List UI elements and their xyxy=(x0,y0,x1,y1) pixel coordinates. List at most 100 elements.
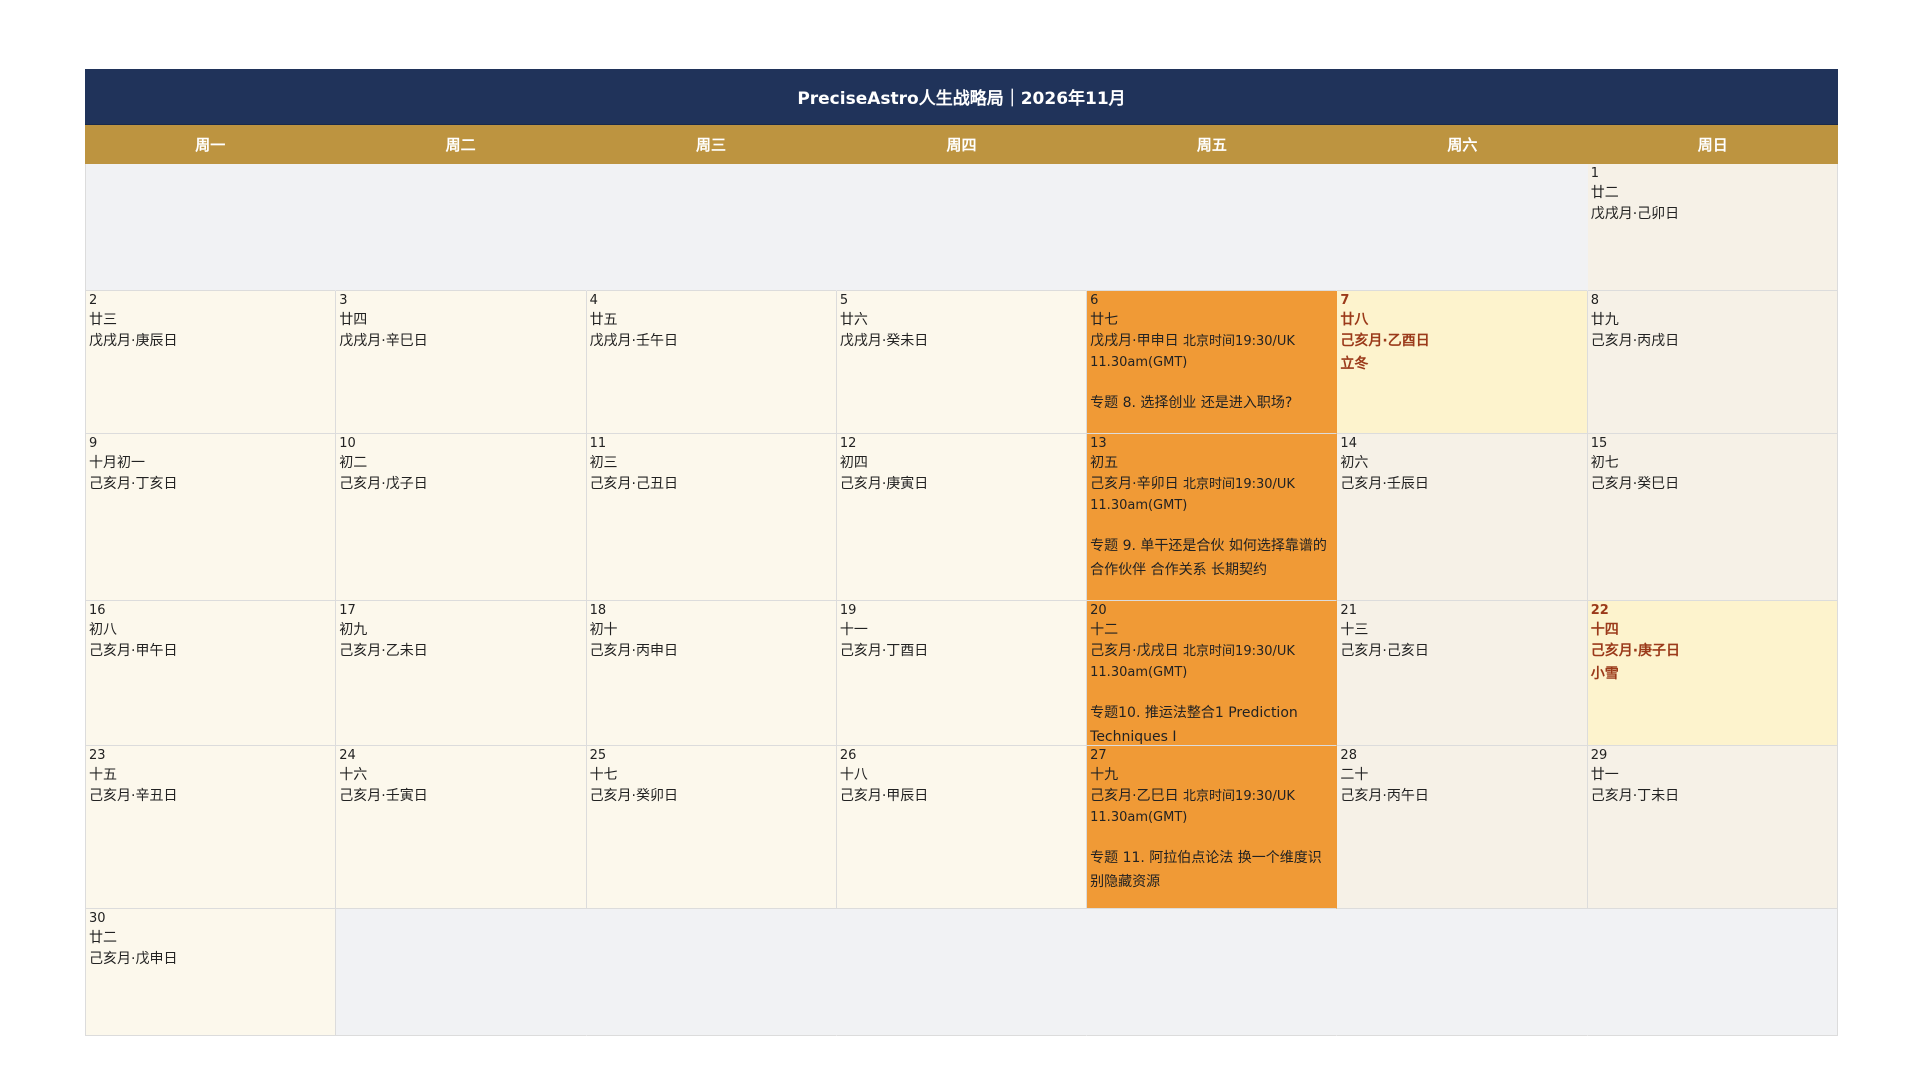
day-cell[interactable]: 12 初四 己亥月·庚寅日 xyxy=(836,434,1088,601)
ganzhi-text: 戊戌月·庚辰日 xyxy=(89,333,178,349)
ganzhi-text: 己亥月·丁未日 xyxy=(1590,788,1680,804)
weekday-fri: 周五 xyxy=(1196,136,1227,154)
ganzhi-text: 己亥月·甲午日 xyxy=(89,643,178,659)
day-number: 26 xyxy=(839,748,857,763)
day-cell[interactable]: 15 初七己亥月·癸巳日 xyxy=(1587,434,1838,601)
lunar-date: 廿四 xyxy=(339,312,368,328)
day-cell[interactable]: 18 初十 己亥月·丙申日 xyxy=(586,601,837,746)
ganzhi-line: 己亥月·甲午日 xyxy=(89,641,333,662)
day-cell[interactable]: 21 十三己亥月·己亥日 xyxy=(1337,601,1588,746)
empty-day-cell xyxy=(336,164,587,291)
empty-day-cell xyxy=(1337,909,1588,1036)
day-cell[interactable]: 23 十五 己亥月·辛丑日 xyxy=(86,746,337,909)
ganzhi-text: 己亥月·壬辰日 xyxy=(1340,476,1429,492)
day-cell[interactable]: 24 十六 己亥月·壬寅日 xyxy=(336,746,587,909)
lunar-date: 初九 xyxy=(339,622,368,638)
day-number: 24 xyxy=(339,748,356,763)
day-cell[interactable]: 7 廿八 己亥月·乙酉日 立冬 xyxy=(1337,291,1588,434)
ganzhi-text: 己亥月·己亥日 xyxy=(1340,643,1429,659)
ganzhi-text: 己亥月·乙巳日 xyxy=(1090,788,1179,804)
lunar-date: 初五 xyxy=(1090,455,1119,471)
calendar: PreciseAstro人生战略局｜2026年11月 周一 周二 周三 周四 周… xyxy=(85,69,1838,1036)
lunar-date: 廿六 xyxy=(839,312,868,328)
empty-day-cell xyxy=(86,164,337,291)
ganzhi-line: 己亥月·丁未日 xyxy=(1591,786,1835,807)
day-cell[interactable]: 10 初二 己亥月·戊子日 xyxy=(336,434,587,601)
ganzhi-text: 己亥月·辛卯日 xyxy=(1090,476,1179,492)
event-topic: 专题 8. 选择创业 还是进入职场? xyxy=(1090,395,1293,411)
day-number: 4 xyxy=(589,293,598,308)
lunar-date: 十二 xyxy=(1090,622,1119,638)
day-cell[interactable]: 25 十七 己亥月·癸卯日 xyxy=(586,746,837,909)
day-number: 29 xyxy=(1590,748,1608,763)
ganzhi-line: 己亥月·壬寅日 xyxy=(339,786,583,807)
ganzhi-line: 己亥月·辛卯日 北京时间19:30/UK 11.30am(GMT) xyxy=(1090,474,1334,516)
ganzhi-line: 己亥月·辛丑日 xyxy=(89,786,333,807)
empty-day-cell xyxy=(336,909,587,1036)
day-cell[interactable]: 5 廿六 戊戌月·癸未日 xyxy=(836,291,1088,434)
ganzhi-text: 戊戌月·壬午日 xyxy=(589,333,679,349)
lunar-date: 十一 xyxy=(839,622,868,638)
lunar-date: 十七 xyxy=(589,767,618,783)
lunar-date: 廿九 xyxy=(1590,312,1619,328)
day-cell[interactable]: 29 廿一 己亥月·丁未日 xyxy=(1587,746,1838,909)
day-cell[interactable]: 1 廿二 戊戌月·己卯日 xyxy=(1587,164,1838,291)
day-number: 18 xyxy=(589,603,607,618)
day-cell[interactable]: 22 十四 己亥月·庚子日 小雪 xyxy=(1587,601,1838,746)
event-day-cell[interactable]: 20 十二 己亥月·戊戌日 北京时间19:30/UK 11.30am(GMT) 专题1… xyxy=(1087,601,1338,746)
empty-day-cell xyxy=(1337,164,1588,291)
day-number: 27 xyxy=(1090,748,1107,763)
ganzhi-text: 戊戌月·己卯日 xyxy=(1590,206,1680,222)
empty-day-cell xyxy=(1087,164,1338,291)
day-cell[interactable]: 2 廿三 戊戌月·庚辰日 xyxy=(86,291,337,434)
ganzhi-line: 己亥月·戊申日 xyxy=(89,949,333,970)
day-number: 16 xyxy=(89,603,106,618)
ganzhi-line: 己亥月·癸巳日 xyxy=(1591,474,1835,495)
ganzhi-line: 己亥月·丁酉日 xyxy=(840,641,1084,662)
day-number: 21 xyxy=(1340,603,1357,618)
ganzhi-text: 己亥月·庚子日 xyxy=(1590,643,1681,659)
lunar-date: 二十 xyxy=(1340,767,1369,783)
day-cell[interactable]: 4 廿五 戊戌月·壬午日 xyxy=(586,291,837,434)
weekday-tue: 周二 xyxy=(445,136,476,154)
lunar-date: 十三 xyxy=(1340,622,1369,638)
ganzhi-line: 己亥月·壬辰日 xyxy=(1340,474,1584,495)
ganzhi-text: 己亥月·乙酉日 xyxy=(1340,333,1430,349)
day-cell[interactable]: 28 二十 己亥月·丙午日 xyxy=(1337,746,1588,909)
lunar-date: 初六 xyxy=(1340,455,1369,471)
day-cell[interactable]: 26 十八 己亥月·甲辰日 xyxy=(836,746,1088,909)
lunar-date: 廿二 xyxy=(1590,185,1619,201)
day-cell[interactable]: 14 初六 己亥月·壬辰日 xyxy=(1337,434,1588,601)
day-cell[interactable]: 3 廿四 戊戌月·辛巳日 xyxy=(336,291,587,434)
lunar-date: 初七 xyxy=(1590,455,1619,471)
weekday-thu: 周四 xyxy=(946,136,977,154)
weekday-wed: 周三 xyxy=(696,136,727,154)
day-cell[interactable]: 9 十月初一 己亥月·丁亥日 xyxy=(86,434,337,601)
ganzhi-text: 己亥月·丁酉日 xyxy=(839,643,929,659)
ganzhi-text: 己亥月·甲辰日 xyxy=(839,788,929,804)
ganzhi-line: 己亥月·丙申日 xyxy=(590,641,834,662)
event-day-cell[interactable]: 6 廿七 戊戌月·甲申日 北京时间19:30/UK 11.30am(GMT) 专题 8… xyxy=(1087,291,1338,434)
ganzhi-text: 戊戌月·癸未日 xyxy=(839,333,929,349)
ganzhi-text: 己亥月·癸巳日 xyxy=(1590,476,1680,492)
day-number: 15 xyxy=(1590,436,1608,451)
day-cell[interactable]: 8 廿九 己亥月·丙戌日 xyxy=(1587,291,1838,434)
event-day-cell[interactable]: 27 十九 己亥月·乙巳日 北京时间19:30/UK 11.30am(GMT) 专题 … xyxy=(1087,746,1338,909)
day-cell[interactable]: 19 十一 己亥月·丁酉日 xyxy=(836,601,1088,746)
day-number: 9 xyxy=(89,436,98,451)
empty-day-cell xyxy=(836,909,1088,1036)
event-day-cell[interactable]: 13 初五 己亥月·辛卯日 北京时间19:30/UK 11.30am(GMT) 专题 … xyxy=(1087,434,1338,601)
day-cell[interactable]: 17 初九 己亥月·乙未日 xyxy=(336,601,587,746)
day-number: 13 xyxy=(1090,436,1107,451)
ganzhi-text: 己亥月·辛丑日 xyxy=(89,788,178,804)
day-cell[interactable]: 16 初八己亥月·甲午日 xyxy=(86,601,337,746)
lunar-date: 初八 xyxy=(89,622,117,638)
lunar-date: 廿七 xyxy=(1090,312,1119,328)
ganzhi-text: 己亥月·丙申日 xyxy=(589,643,679,659)
day-number: 20 xyxy=(1090,603,1107,618)
ganzhi-line: 己亥月·丙戌日 xyxy=(1591,331,1835,352)
empty-day-cell xyxy=(836,164,1088,291)
lunar-date: 十月初一 xyxy=(89,455,145,471)
day-cell[interactable]: 11 初三 己亥月·己丑日 xyxy=(586,434,837,601)
day-cell[interactable]: 30 廿二 己亥月·戊申日 xyxy=(86,909,337,1036)
